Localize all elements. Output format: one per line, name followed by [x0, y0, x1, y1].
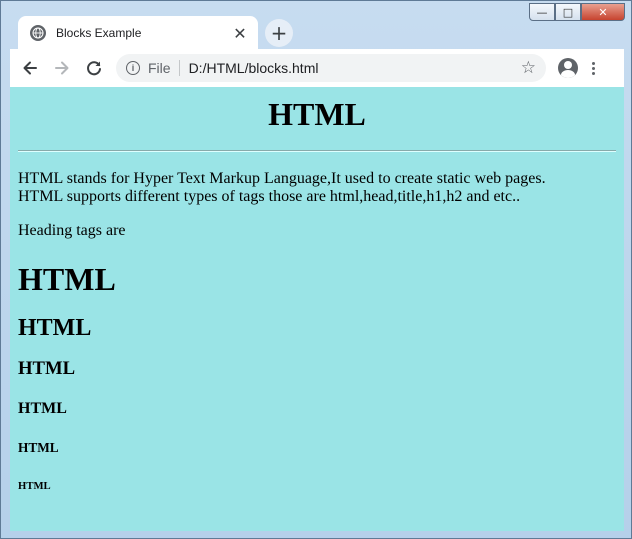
- heading-level-4: HTML: [18, 400, 67, 417]
- page-title: HTML: [268, 96, 366, 132]
- info-icon[interactable]: i: [126, 61, 140, 75]
- globe-icon: [30, 25, 46, 41]
- scheme-label: File: [148, 60, 171, 76]
- heading-level-1: HTML: [18, 261, 116, 297]
- close-tab-icon[interactable]: ✕: [232, 24, 248, 43]
- kebab-menu-icon[interactable]: [592, 61, 595, 75]
- reload-icon[interactable]: [82, 56, 106, 80]
- intro-line-1: HTML stands for Hyper Text Markup Langua…: [18, 170, 546, 187]
- url-text[interactable]: D:/HTML/blocks.html: [189, 60, 521, 76]
- intro-paragraph: HTML stands for Hyper Text Markup Langua…: [18, 170, 616, 206]
- back-arrow-icon[interactable]: [18, 56, 42, 80]
- window-controls: — □ ✕: [529, 3, 625, 21]
- forward-arrow-icon[interactable]: [50, 56, 74, 80]
- account-icon[interactable]: [558, 58, 578, 78]
- star-icon[interactable]: ☆: [521, 58, 536, 78]
- heading-level-2: HTML: [18, 315, 92, 341]
- address-separator: [178, 60, 180, 76]
- heading-intro-text: Heading tags are: [18, 222, 126, 239]
- close-window-button[interactable]: ✕: [581, 3, 625, 21]
- heading-level-6: HTML: [18, 480, 51, 492]
- new-tab-button[interactable]: +: [265, 19, 293, 47]
- horizontal-rule: [18, 150, 616, 152]
- browser-tab[interactable]: Blocks Example ✕: [18, 16, 258, 50]
- browser-window: — □ ✕ Blocks Example ✕ + i File D:/HTML/…: [0, 0, 632, 539]
- intro-line-2: HTML supports different types of tags th…: [18, 188, 521, 205]
- maximize-button[interactable]: □: [555, 3, 581, 21]
- address-bar[interactable]: i File D:/HTML/blocks.html ☆: [116, 54, 546, 82]
- heading-level-5: HTML: [18, 440, 59, 455]
- page-content: HTML HTML stands for Hyper Text Markup L…: [10, 87, 624, 531]
- tab-title: Blocks Example: [56, 26, 142, 40]
- heading-level-3: HTML: [18, 358, 76, 379]
- minimize-button[interactable]: —: [529, 3, 555, 21]
- toolbar: i File D:/HTML/blocks.html ☆: [10, 49, 624, 87]
